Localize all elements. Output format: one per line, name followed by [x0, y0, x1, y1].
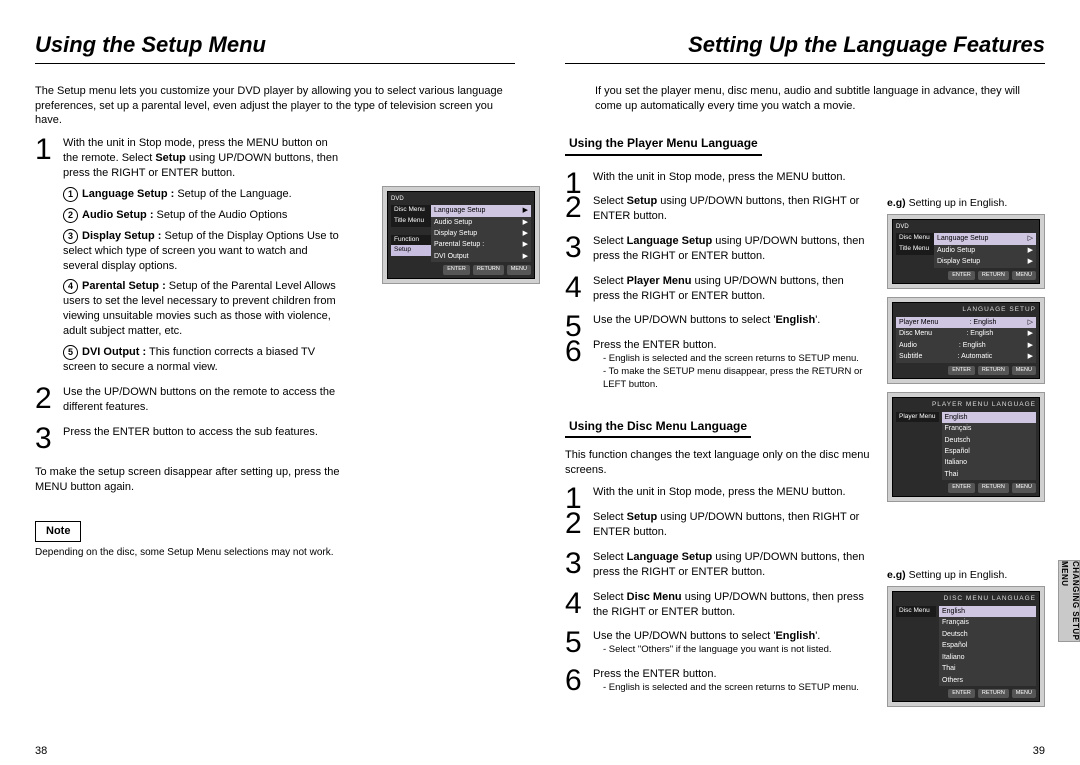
eg-b: e.g) Setting up in English.	[887, 568, 1045, 582]
osd-column-b: e.g) Setting up in English. DISC MENU LA…	[887, 568, 1045, 715]
sectionB-intro: This function changes the text language …	[565, 448, 873, 478]
page-number-right: 39	[1033, 744, 1045, 759]
left-closing: To make the setup screen disappear after…	[35, 465, 345, 495]
step-1-text: With the unit in Stop mode, press the ME…	[63, 137, 338, 179]
page-number-left: 38	[35, 744, 47, 759]
left-steps: 1 With the unit in Stop mode, press the …	[35, 136, 345, 439]
side-tab: CHANGING SETUP MENU	[1058, 560, 1080, 642]
left-heading: Using the Setup Menu	[35, 30, 515, 64]
right-intro: If you set the player menu, disc menu, a…	[565, 84, 1045, 114]
sectionA-steps: 1With the unit in Stop mode, press the M…	[565, 170, 873, 392]
subhead-disc-menu: Using the Disc Menu Language	[565, 416, 751, 438]
right-heading: Setting Up the Language Features	[565, 30, 1045, 64]
note-text: Depending on the disc, some Setup Menu s…	[35, 546, 345, 560]
eg-a: e.g) Setting up in English.	[887, 196, 1045, 210]
osd-column-a: e.g) Setting up in English. DVD Disc Men…	[887, 196, 1045, 510]
subhead-player-menu: Using the Player Menu Language	[565, 133, 762, 155]
left-page: Using the Setup Menu The Setup menu lets…	[35, 30, 540, 765]
right-page: Setting Up the Language Features If you …	[540, 30, 1045, 765]
note-label: Note	[35, 521, 81, 542]
left-intro: The Setup menu lets you customize your D…	[35, 84, 515, 129]
osd-setup-screenshot: DVD Disc Menu Title Menu Function Setup …	[382, 186, 540, 284]
sectionB-steps: 1With the unit in Stop mode, press the M…	[565, 485, 873, 694]
